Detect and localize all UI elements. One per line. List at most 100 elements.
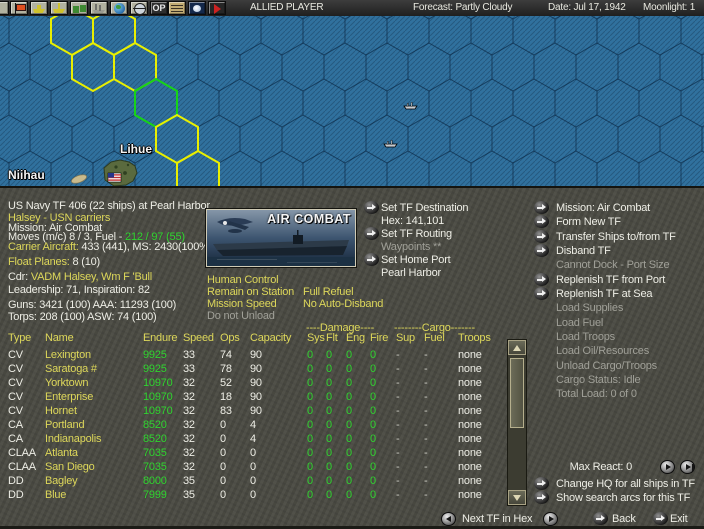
cell-eng: 0 (346, 405, 352, 417)
tf-panel: US Navy TF 406 (22 ships) at Pearl Harbo… (0, 186, 704, 529)
cell-sup: - (396, 363, 400, 375)
cell-name: Enterprise (45, 391, 94, 403)
cell-troops: none (458, 489, 482, 501)
ship-row-indianapolis[interactable]: CA Indianapolis 8520 32 0 4 0 0 0 0 - - none (0, 433, 505, 447)
setting-human-control[interactable]: Human Control (207, 274, 279, 286)
col-header-name: Name (45, 332, 74, 344)
ship-row-portland[interactable]: CA Portland 8520 32 0 4 0 0 0 0 - - none (0, 419, 505, 433)
action-item-replenish-tf-at-sea[interactable]: Replenish TF at Sea (556, 288, 652, 300)
cell-capacity: 0 (250, 475, 256, 487)
cell-endure: 9925 (143, 363, 167, 375)
cell-fuel: - (424, 433, 428, 445)
naval-ship-icon[interactable] (90, 1, 108, 15)
cell-fire: 0 (370, 447, 376, 459)
setting-no-auto-disband[interactable]: No Auto-Disband (303, 298, 383, 310)
action-item-replenish-tf-from-port[interactable]: Replenish TF from Port (556, 274, 665, 286)
cell-endure: 8520 (143, 433, 167, 445)
ship-row-hornet[interactable]: CV Hornet 10970 32 83 90 0 0 0 0 - - none (0, 405, 505, 419)
cell-fuel: - (424, 489, 428, 501)
ship-row-enterprise[interactable]: CV Enterprise 10970 32 18 90 0 0 0 0 - - none (0, 391, 505, 405)
cell-fuel: - (424, 405, 428, 417)
map-area[interactable]: Lihue Niihau (0, 16, 704, 186)
next-tf-button[interactable] (543, 512, 558, 526)
nav-sub-home-port: Pearl Harbor (381, 267, 441, 279)
cell-fuel: - (424, 419, 428, 431)
ship-row-atlanta[interactable]: CLAA Atlanta 7035 32 0 0 0 0 0 0 - - none (0, 447, 505, 461)
scroll-down-button[interactable] (508, 490, 526, 505)
exit-button[interactable]: Exit (670, 513, 688, 525)
ship-row-bagley[interactable]: DD Bagley 8000 35 0 0 0 0 0 0 - - none (0, 475, 505, 489)
action-item-transfer-ships-to-from-tf[interactable]: Transfer Ships to/from TF (556, 231, 676, 243)
cell-capacity: 90 (250, 363, 262, 375)
cell-name: Bagley (45, 475, 78, 487)
cell-type: DD (8, 475, 24, 487)
cropped-icon[interactable] (0, 1, 9, 15)
action-item-total-load-0-of-0: Total Load: 0 of 0 (556, 388, 637, 400)
setting-mission-speed[interactable]: Mission Speed (207, 298, 277, 310)
nav-item-set-tf-routing[interactable]: Set TF Routing (381, 228, 452, 240)
action-item-cannot-dock-port-size: Cannot Dock - Port Size (556, 259, 670, 271)
setting-do-not-unload[interactable]: Do not Unload (207, 310, 275, 322)
ship-row-san-diego[interactable]: CLAA San Diego 7035 32 0 0 0 0 0 0 - - none (0, 461, 505, 475)
map-label-lihue: Lihue (120, 142, 152, 156)
ship-row-yorktown[interactable]: CV Yorktown 10970 32 52 90 0 0 0 0 - - none (0, 377, 505, 391)
flag-icon[interactable] (10, 1, 28, 15)
ship-row-lexington[interactable]: CV Lexington 9925 33 74 90 0 0 0 0 - - none (0, 349, 505, 363)
show-search-arcs-button[interactable]: Show search arcs for this TF (556, 492, 690, 504)
map[interactable] (0, 16, 704, 186)
cell-type: CV (8, 349, 23, 361)
action-item-mission-air-combat[interactable]: Mission: Air Combat (556, 202, 650, 214)
max-react-max-button[interactable] (680, 460, 695, 474)
arrow-icon (364, 201, 379, 214)
action-item-form-new-tf[interactable]: Form New TF (556, 216, 621, 228)
ground-forces-icon[interactable] (70, 1, 88, 15)
ship-row-blue[interactable]: DD Blue 7999 35 0 0 0 0 0 0 - - none (0, 489, 505, 503)
action-item-disband-tf[interactable]: Disband TF (556, 245, 611, 257)
nav-sub-hex: Hex: 141,101 (381, 215, 445, 227)
scrollbar-thumb[interactable] (510, 358, 524, 428)
cell-sys: 0 (307, 377, 313, 389)
strategic-map-icon[interactable] (130, 1, 148, 15)
mission-caption: AIR COMBAT (267, 212, 351, 226)
task-force-icon[interactable] (50, 1, 68, 15)
back-button[interactable]: Back (612, 513, 636, 525)
scroll-up-button[interactable] (508, 340, 526, 355)
globe-icon[interactable] (110, 1, 128, 15)
cell-flt: 0 (326, 419, 332, 431)
cell-fire: 0 (370, 363, 376, 375)
setting-remain-on-station[interactable]: Remain on Station (207, 286, 294, 298)
cell-troops: none (458, 433, 482, 445)
cell-sup: - (396, 377, 400, 389)
float-planes-label: Float Planes: (8, 256, 70, 268)
cell-type: DD (8, 489, 24, 501)
cell-fire: 0 (370, 461, 376, 473)
col-header-ops: Ops (220, 332, 240, 344)
cell-endure: 10970 (143, 377, 173, 389)
cell-fire: 0 (370, 349, 376, 361)
nav-item-set-tf-destination[interactable]: Set TF Destination (381, 202, 468, 214)
arrow-icon (534, 244, 549, 257)
cell-sys: 0 (307, 489, 313, 501)
end-turn-icon[interactable] (208, 1, 226, 15)
cell-troops: none (458, 419, 482, 431)
ship-row-saratoga[interactable]: CV Saratoga # 9925 33 78 90 0 0 0 0 - - none (0, 363, 505, 377)
change-hq-button[interactable]: Change HQ for all ships in TF (556, 478, 695, 490)
action-item-unload-cargo-troops: Unload Cargo/Troops (556, 360, 657, 372)
cell-capacity: 0 (250, 489, 256, 501)
prev-tf-button[interactable] (441, 512, 456, 526)
tf-commander[interactable]: Cdr: VADM Halsey, Wm F 'Bull (8, 271, 152, 283)
ship-icon[interactable] (30, 1, 48, 15)
col-header-troops: Troops (458, 332, 491, 344)
weather-icon[interactable] (188, 1, 206, 15)
col-header-speed: Speed (183, 332, 214, 344)
arrow-icon (534, 273, 549, 286)
cell-sup: - (396, 489, 400, 501)
max-react-step-button[interactable] (660, 460, 675, 474)
ship-table-scrollbar[interactable] (507, 339, 527, 506)
setting-full-refuel[interactable]: Full Refuel (303, 286, 354, 298)
nav-item-set-home-port[interactable]: Set Home Port (381, 254, 451, 266)
intel-icon[interactable] (168, 1, 186, 15)
cell-capacity: 4 (250, 419, 256, 431)
operations-icon[interactable]: OP (150, 1, 168, 15)
action-item-load-supplies: Load Supplies (556, 302, 624, 314)
